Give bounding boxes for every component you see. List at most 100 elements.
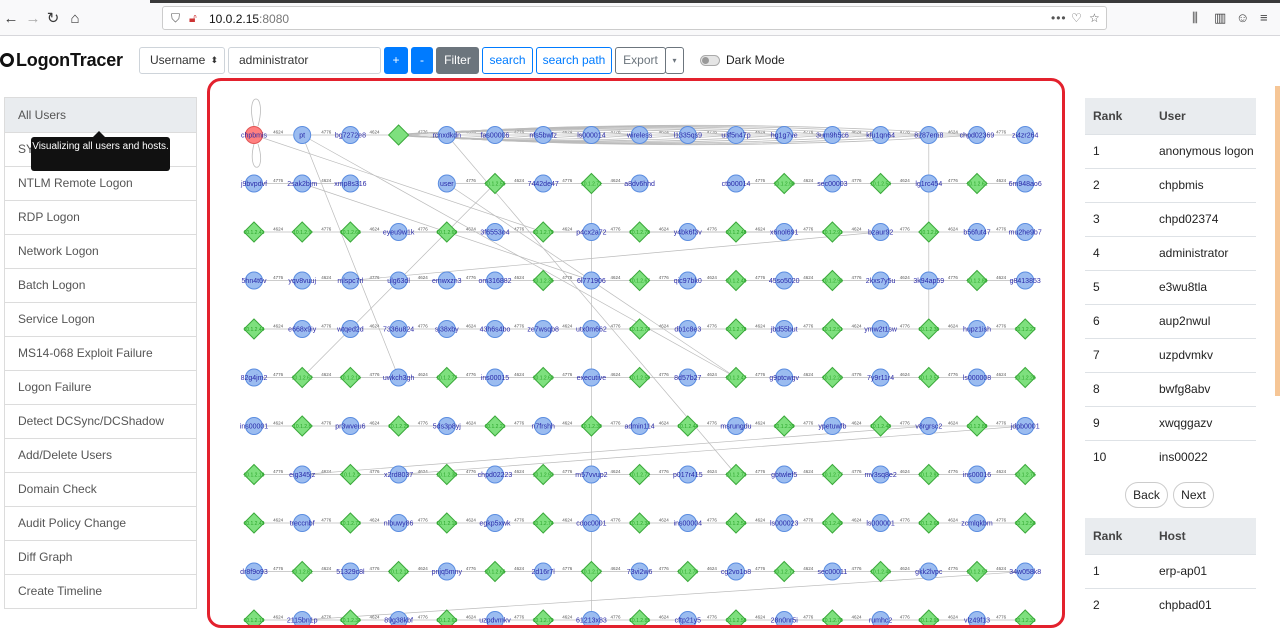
user_rank-row[interactable]: 8 bwfg8abv <box>1085 371 1256 406</box>
sidebar-item-3[interactable]: RDP Logon <box>4 201 197 235</box>
user-node-label: nfs5bwfz <box>529 133 557 140</box>
add-search-button[interactable]: + <box>384 47 408 74</box>
edge[interactable] <box>350 231 881 281</box>
sidebar-item-13[interactable]: Diff Graph <box>4 541 197 575</box>
sidebar-toggle-icon[interactable]: ▥ <box>1214 10 1226 26</box>
edge-label: 4624 <box>996 178 1007 183</box>
url-bar[interactable]: ⛉ 🔓︎ 10.0.2.15:8080 ••• ♡ ☆ <box>162 6 1107 30</box>
edge-label: 4624 <box>562 324 573 329</box>
home-icon[interactable]: ⌂ <box>66 10 84 28</box>
sidebar-item-9[interactable]: Detect DCSync/DCShadow <box>4 405 197 439</box>
host-node-label: 10.1.2.62 <box>292 376 313 382</box>
search-path-button[interactable]: search path <box>536 47 612 74</box>
dark-mode-toggle[interactable] <box>700 55 720 66</box>
host-node-label: 10.1.2.88 <box>967 424 988 430</box>
sidebar-item-10[interactable]: Add/Delete Users <box>4 439 197 473</box>
edge-label: 4624 <box>803 178 814 183</box>
remove-search-button[interactable]: - <box>411 47 433 74</box>
host_rank-row[interactable]: 2 chpbad01 <box>1085 587 1256 622</box>
edge-label: 4624 <box>852 421 863 426</box>
host-node-label: 10.1.2.65 <box>485 570 506 576</box>
host-node-label: 10.1.2.61 <box>967 182 988 188</box>
node-layer[interactable]: chpbmis pt bg7272e8 rcnxdkdn fas00006 nfs5bwf… <box>240 124 1042 625</box>
user-node-label: 5hn4t6v <box>242 278 267 285</box>
edge-label: 4776 <box>418 615 429 620</box>
host-node[interactable] <box>387 124 410 146</box>
logon-graph[interactable]: 4624 4776 4624 4776 4624 4776 4624 4776 4624 4776… <box>210 81 1062 625</box>
edge-label: 4776 <box>852 566 863 571</box>
user_rank-row[interactable]: 7 uzpdvmkv <box>1085 337 1256 372</box>
user-node-label: sj38xby <box>435 327 459 334</box>
edge-label: 4624 <box>755 518 766 523</box>
shield-icon[interactable]: ⛉ <box>171 11 180 26</box>
export-button[interactable]: Export <box>615 47 666 74</box>
url-text: 10.0.2.15:8080 <box>209 12 290 26</box>
user_rank-row[interactable]: 2 chpbmis <box>1085 167 1256 202</box>
edge[interactable] <box>301 134 399 378</box>
edge-label: 4624 <box>273 324 284 329</box>
edge-label: 4776 <box>755 372 766 377</box>
bookmark-star-icon[interactable]: ☆ <box>1089 11 1100 25</box>
host-node-label: 10.1.2.60 <box>533 376 554 382</box>
edge[interactable] <box>251 143 262 168</box>
edge[interactable] <box>251 98 261 127</box>
host-node-label: 10.1.2.34 <box>340 618 361 624</box>
sidebar-item-4[interactable]: Network Logon <box>4 235 197 269</box>
account-icon[interactable]: ☺ <box>1236 10 1249 25</box>
sidebar-item-2[interactable]: NTLM Remote Logon <box>4 167 197 201</box>
sidebar-item-8[interactable]: Logon Failure <box>4 371 197 405</box>
search-type-select[interactable]: Username ⬍ <box>139 47 225 74</box>
graph-canvas[interactable]: 4624 4776 4624 4776 4624 4776 4624 4776 4624 4776… <box>207 78 1065 628</box>
user_rank-row[interactable]: 6 aup2nwul <box>1085 303 1256 338</box>
edge-label: 4624 <box>562 421 573 426</box>
name-cell: aup2nwul <box>1151 303 1256 338</box>
user_rank-row[interactable]: 3 chpd02374 <box>1085 201 1256 236</box>
forward-arrow-icon[interactable]: → <box>24 10 42 28</box>
reload-icon[interactable]: ↻ <box>44 10 62 28</box>
edge[interactable] <box>302 571 1026 621</box>
sidebar-item-14[interactable]: Create Timeline <box>4 575 197 609</box>
user-node-label: 43h6s4bo <box>480 327 511 334</box>
back-button[interactable]: Back <box>1125 482 1168 508</box>
edge-label: 4624 <box>948 324 959 329</box>
sidebar-item-12[interactable]: Audit Policy Change <box>4 507 197 541</box>
back-arrow-icon[interactable]: ← <box>2 10 20 28</box>
search-button[interactable]: search <box>482 47 533 74</box>
insecure-lock-icon[interactable]: 🔓︎ <box>189 11 197 26</box>
host_rank-row[interactable]: 1 erp-ap01 <box>1085 553 1256 588</box>
user_rank-row[interactable]: 9 xwqggazv <box>1085 405 1256 440</box>
sidebar-item-7[interactable]: MS14-068 Exploit Failure <box>4 337 197 371</box>
edge-label: 4624 <box>996 275 1007 280</box>
edge-label: 4624 <box>707 372 718 377</box>
user-node-label: wtqed2d <box>336 327 364 334</box>
pocket-icon[interactable]: ♡ <box>1071 11 1082 25</box>
sidebar-item-11[interactable]: Domain Check <box>4 473 197 507</box>
user-rank-table: Rank User 1 anonymous logon 2 chpbmis 3 chpd0… <box>1085 98 1256 474</box>
page-actions-icon[interactable]: ••• <box>1051 11 1067 25</box>
user_rank-row[interactable]: 5 e3wu8tla <box>1085 269 1256 304</box>
host-node-label: 10.1.2.97 <box>967 570 988 576</box>
user_rank-row[interactable]: 4 administrator <box>1085 235 1256 270</box>
host-node-label: 10.1.2.79 <box>533 230 554 236</box>
sidebar-item-5[interactable]: Batch Logon <box>4 269 197 303</box>
edge-label: 4624 <box>562 615 573 620</box>
edge-label: 4776 <box>611 615 622 620</box>
user-node-label: kfu1qn64 <box>866 133 895 140</box>
rank-cell: 5 <box>1085 269 1151 304</box>
user-node-label: hupz1ish <box>963 327 991 334</box>
host-node-label: 10.1.2.46 <box>870 570 891 576</box>
host-node-label: 10.1.2.69 <box>436 230 457 236</box>
user_rank-row[interactable]: 10 ins00022 <box>1085 439 1256 474</box>
library-icon[interactable]: ⫼ <box>1192 10 1198 26</box>
search-input[interactable]: administrator <box>228 47 381 74</box>
sidebar-item-0[interactable]: All Users <box>4 97 197 133</box>
edge-label: 4624 <box>321 275 332 280</box>
export-dropdown-button[interactable]: ▾ <box>665 47 684 74</box>
filter-button[interactable]: Filter <box>436 47 479 74</box>
page-scrollbar[interactable] <box>1275 86 1280 396</box>
user_rank-row[interactable]: 1 anonymous logon <box>1085 133 1256 168</box>
next-button[interactable]: Next <box>1173 482 1214 508</box>
menu-icon[interactable]: ≡ <box>1260 10 1268 25</box>
sidebar-item-6[interactable]: Service Logon <box>4 303 197 337</box>
name-cell: anonymous logon <box>1151 133 1256 168</box>
